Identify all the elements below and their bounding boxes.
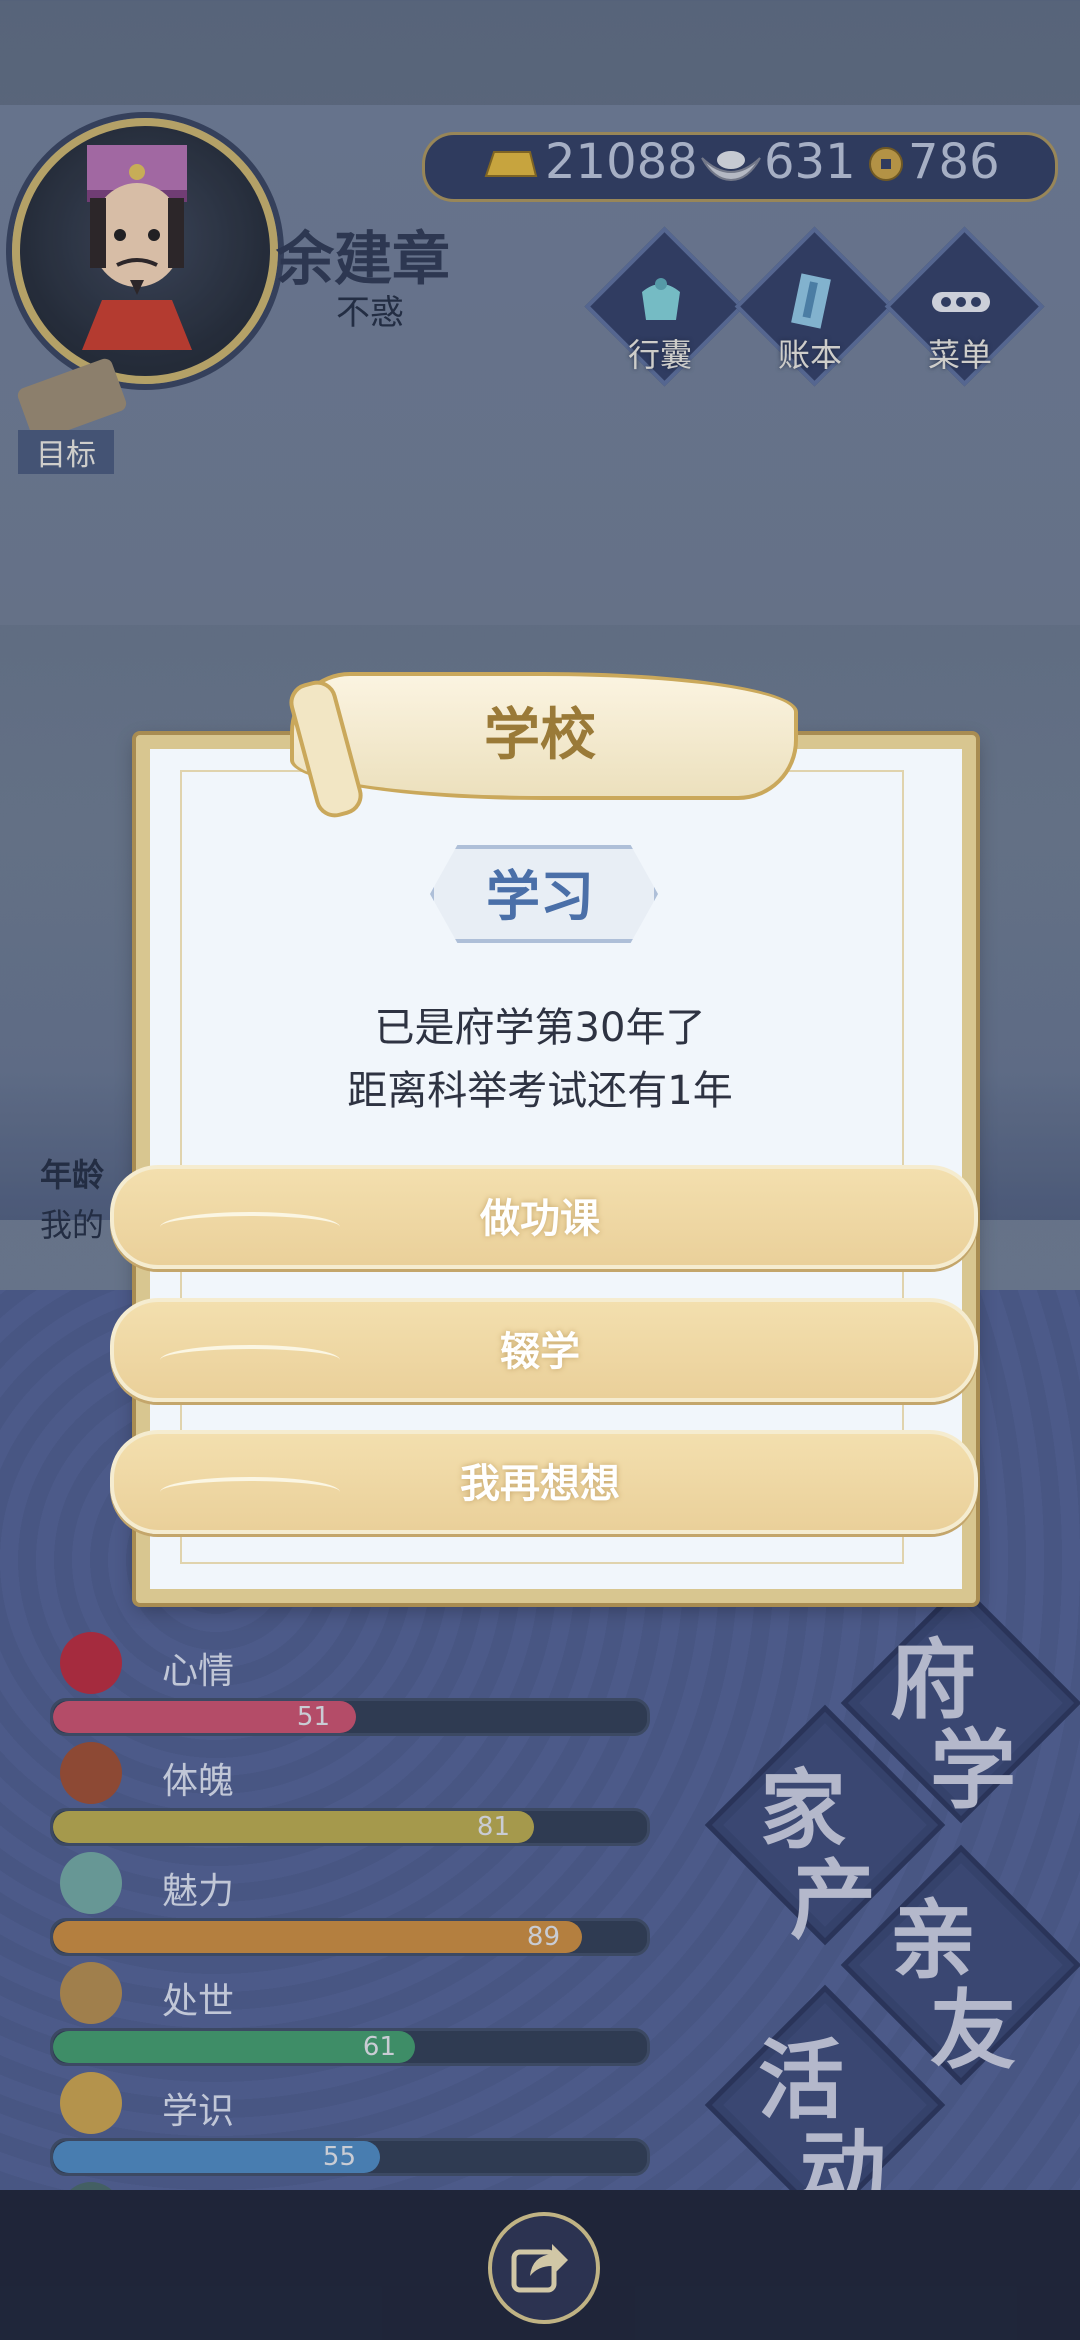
- dialog-title: 学校: [484, 703, 596, 768]
- dialog-message-line1: 已是府学第30年了: [374, 1005, 706, 1051]
- dialog-message-line2: 距离科举考试还有1年: [347, 1068, 733, 1114]
- drop-out-label: 辍学: [500, 1329, 580, 1375]
- do-homework-label: 做功课: [480, 1196, 600, 1242]
- section-label: 学习: [486, 865, 594, 928]
- think-again-label: 我再想想: [460, 1461, 620, 1507]
